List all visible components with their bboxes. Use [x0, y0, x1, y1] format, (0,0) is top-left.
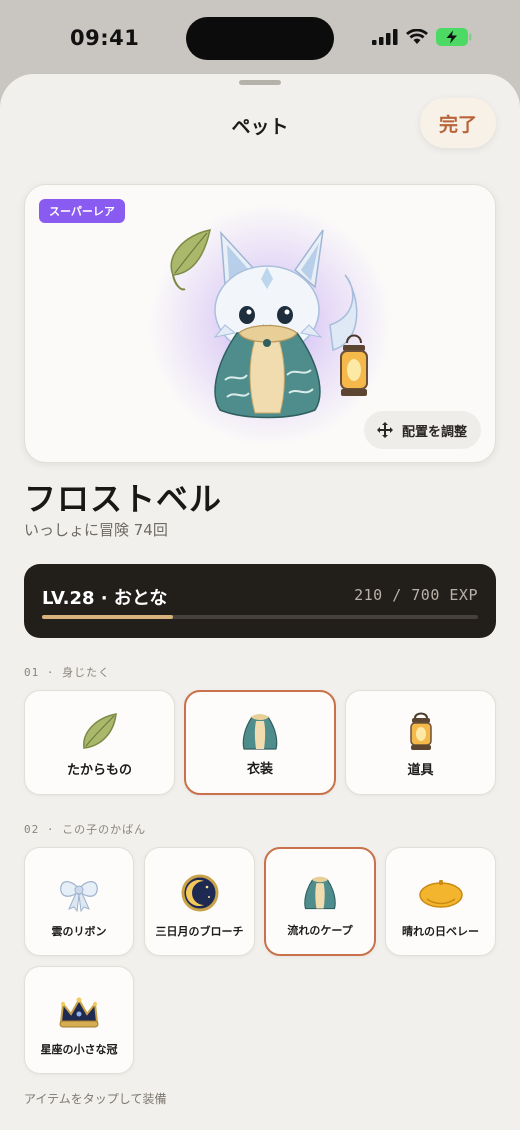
done-button[interactable]: 完了: [420, 98, 496, 148]
equip-slot-outfit[interactable]: 衣装: [184, 690, 336, 795]
lantern-item-icon: [340, 334, 368, 396]
adjust-placement-button[interactable]: 配置を調整: [363, 411, 481, 449]
bag-item-label: 雲のリボン: [51, 925, 107, 938]
exp-progress-bar: [42, 615, 478, 619]
bag-item-label: 星座の小さな冠: [40, 1043, 118, 1056]
equip-slot-treasure[interactable]: たからもの: [24, 690, 175, 795]
bag-item-flow-cape[interactable]: 流れのケープ: [264, 847, 376, 956]
exp-progress-fill: [42, 615, 173, 619]
sheet-grabber[interactable]: [239, 80, 281, 85]
bag-item-sunny-beret[interactable]: 晴れの日ベレー: [385, 847, 496, 956]
leaf-icon: [78, 709, 122, 755]
level-card: LV.28 · おとな 210 / 700 EXP: [24, 564, 496, 638]
pet-preview: スーパーレア 配置を調整: [24, 184, 496, 463]
signal-icon: [372, 29, 398, 45]
pet-illustration: [170, 229, 368, 419]
battery-icon: [436, 28, 472, 46]
level-label: LV.28 · おとな: [42, 588, 168, 609]
bag-item-moon-brooch[interactable]: 三日月のブローチ: [144, 847, 255, 956]
lantern-icon: [399, 709, 443, 755]
dynamic-island: [186, 17, 334, 60]
equip-slot-label: たからもの: [66, 763, 132, 778]
crown-icon: [55, 989, 103, 1035]
adjust-placement-label: 配置を調整: [401, 424, 467, 440]
wifi-icon: [406, 29, 428, 44]
section-bag-label: 02 · この子のかばん: [24, 823, 147, 836]
adventure-count: いっしょに冒険 74回: [24, 521, 168, 539]
pet-name: フロストベル: [24, 480, 223, 518]
cape-icon: [300, 871, 340, 917]
equip-hint: アイテムをタップして装備: [24, 1092, 167, 1106]
rarity-badge: スーパーレア: [39, 199, 125, 223]
status-time: 09:41: [70, 26, 140, 50]
equip-slot-label: 衣装: [246, 762, 273, 777]
bag-item-label: 晴れの日ベレー: [402, 925, 479, 938]
beret-icon: [417, 870, 465, 916]
move-icon: [376, 422, 393, 438]
pet-sheet: ペット 完了 スーパーレア 配置を調整 フロストベル いっしょに冒険 74回 L…: [0, 74, 520, 1130]
equip-slot-tool[interactable]: 道具: [345, 690, 496, 795]
bag-item-star-crown[interactable]: 星座の小さな冠: [24, 966, 134, 1074]
equip-slot-label: 道具: [407, 763, 434, 778]
bag-item-label: 三日月のブローチ: [155, 925, 244, 938]
cape-icon: [238, 710, 282, 756]
section-equip-label: 01 · 身じたく: [24, 666, 111, 679]
moon-brooch-icon: [180, 870, 220, 916]
exp-readout: 210 / 700 EXP: [354, 586, 478, 604]
status-bar: 09:41: [0, 0, 520, 72]
leaf-treasure-icon: [170, 229, 211, 291]
bag-item-cloud-ribbon[interactable]: 雲のリボン: [24, 847, 134, 956]
bag-item-label: 流れのケープ: [287, 924, 353, 937]
ribbon-icon: [57, 870, 101, 916]
status-icons: [372, 28, 472, 46]
